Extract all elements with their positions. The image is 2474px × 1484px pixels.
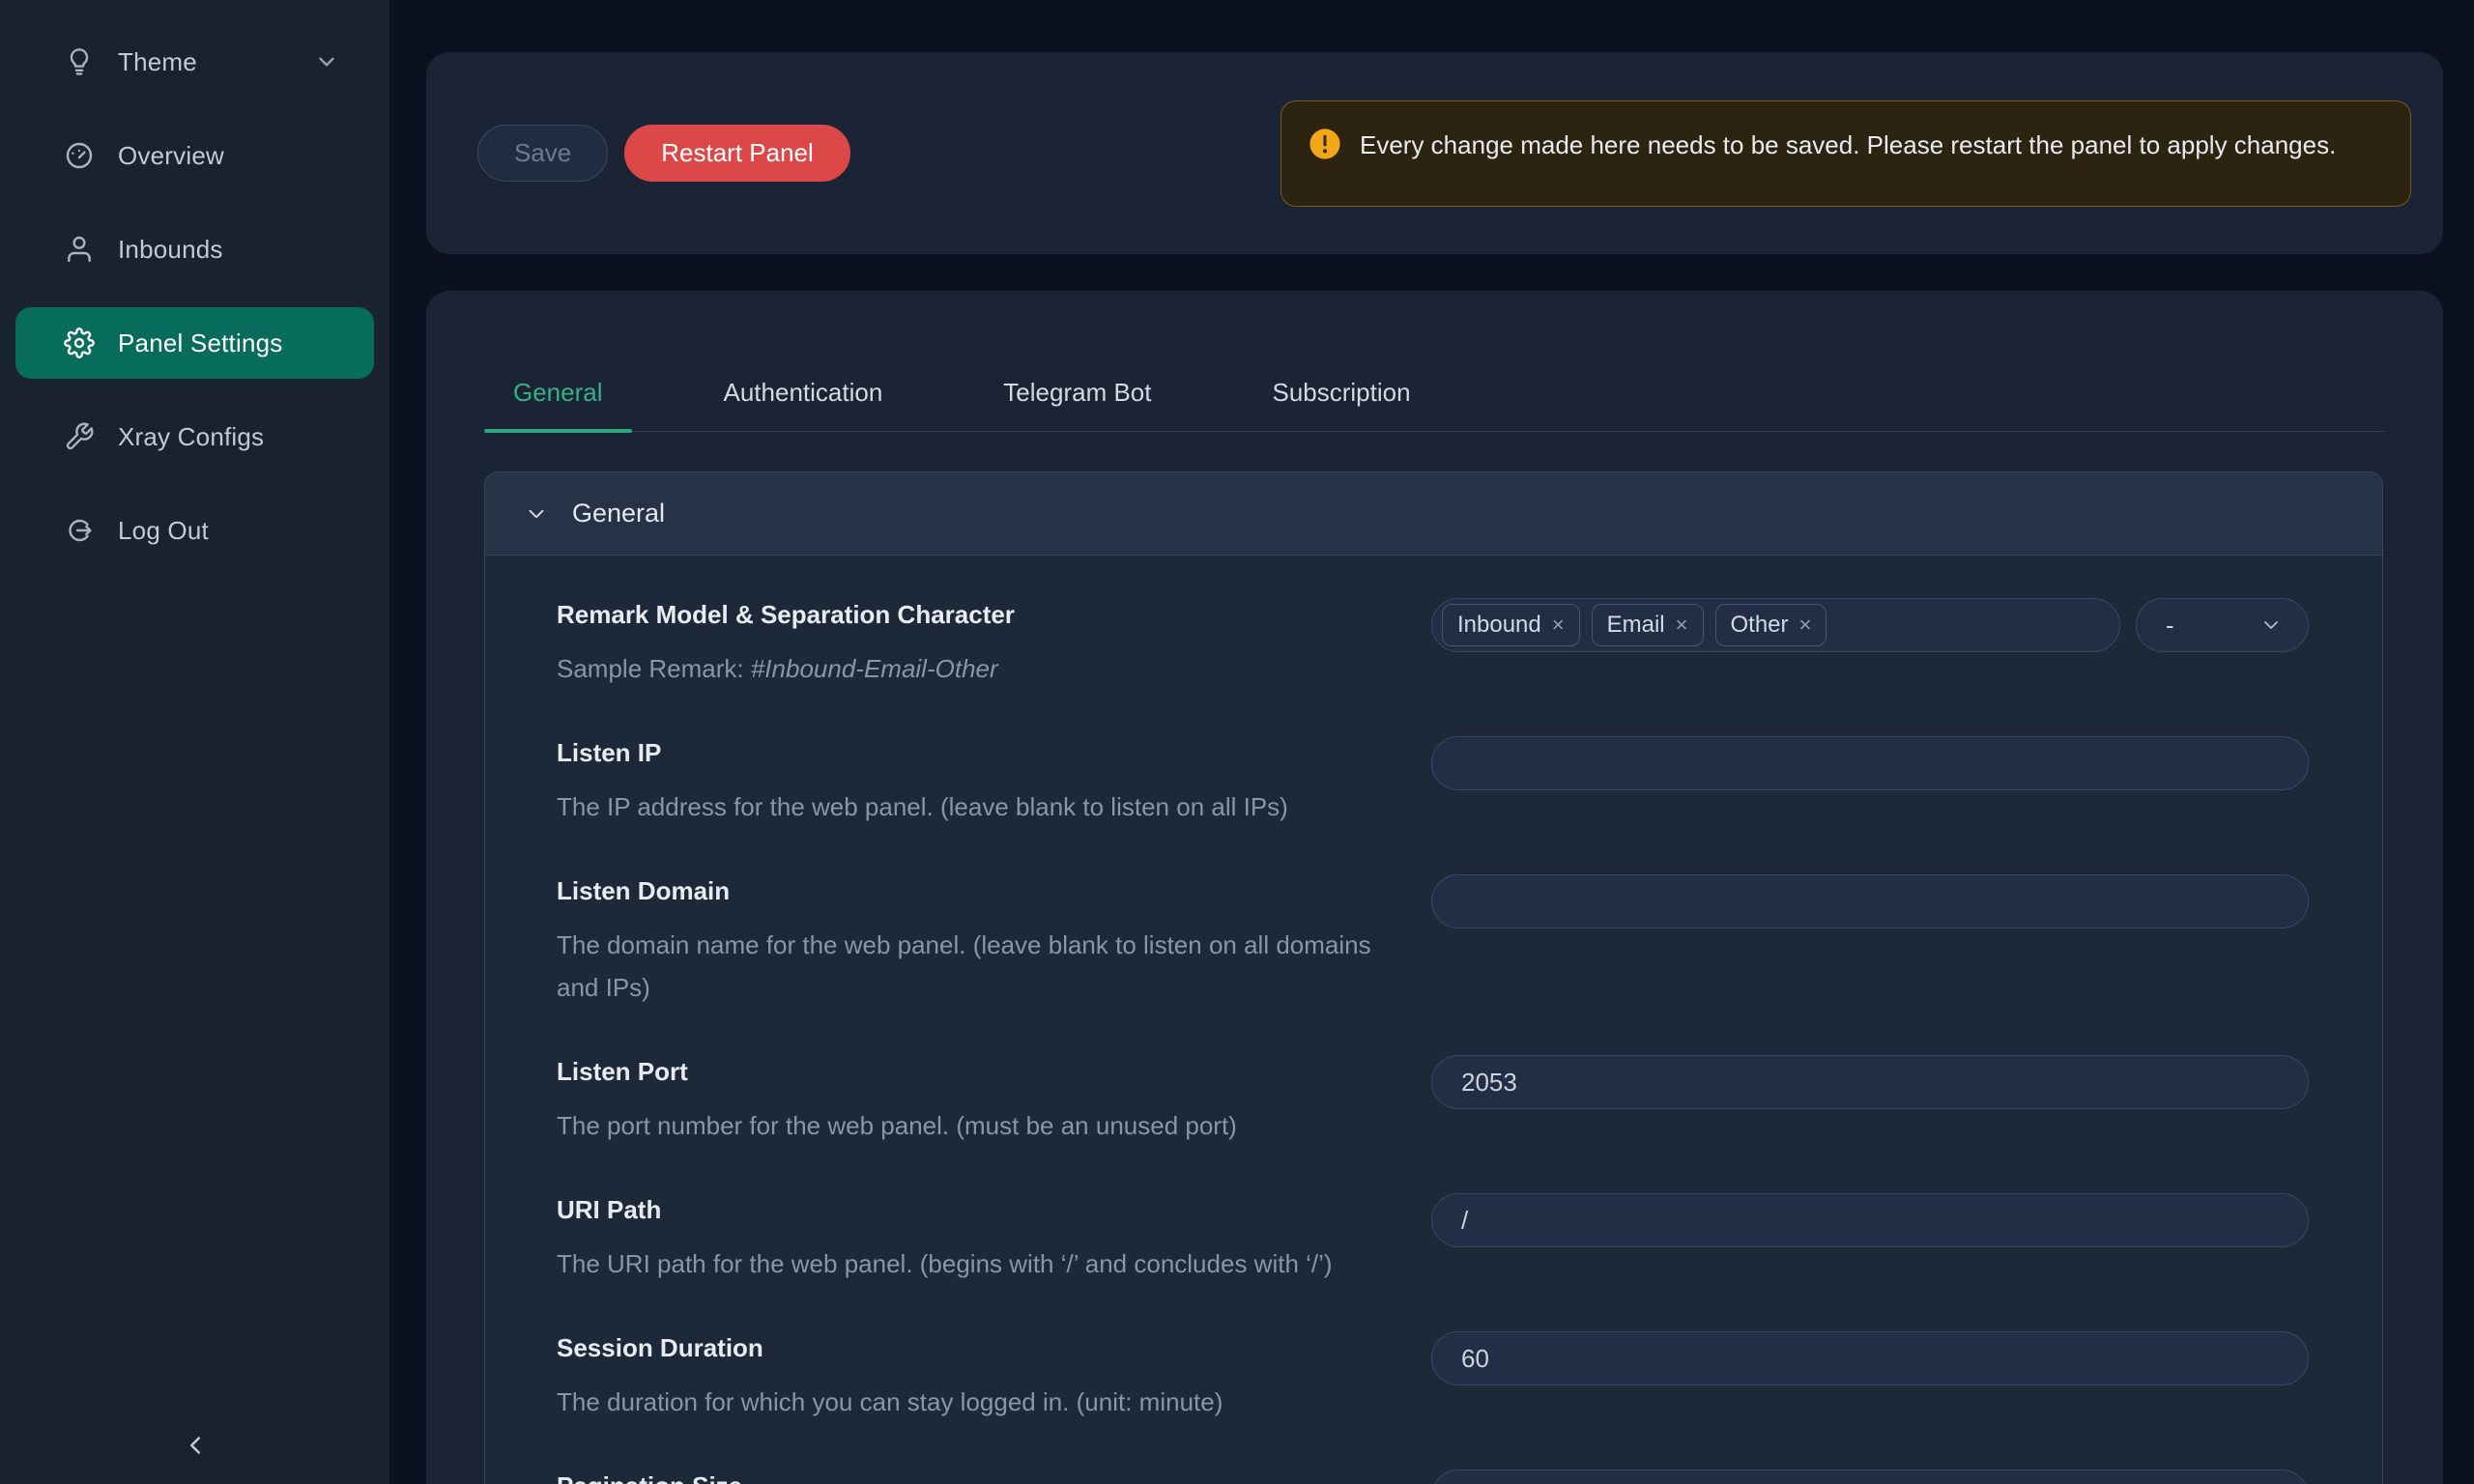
field-description: The URI path for the web panel. (begins … (557, 1242, 1393, 1285)
wrench-icon (64, 421, 95, 452)
sidebar-item-inbounds[interactable]: Inbounds (15, 214, 374, 285)
sidebar-item-label: Overview (118, 141, 224, 171)
general-form: Remark Model & Separation Character Samp… (485, 556, 2382, 1484)
tab-subscription[interactable]: Subscription (1243, 378, 1439, 431)
form-row-listen-port: Listen Port The port number for the web … (557, 1032, 2328, 1170)
toolbar-card: Save Restart Panel Every change made her… (426, 52, 2443, 254)
save-button[interactable]: Save (477, 125, 608, 182)
field-label: Session Duration (557, 1331, 1393, 1364)
gear-icon (64, 328, 95, 358)
tab-telegram-bot[interactable]: Telegram Bot (974, 378, 1180, 431)
form-row-remark-model: Remark Model & Separation Character Samp… (557, 575, 2328, 713)
field-description: The domain name for the web panel. (leav… (557, 924, 1393, 1009)
listen-ip-input[interactable] (1431, 736, 2309, 790)
app-root: Theme Overview Inbounds Panel Settings (0, 0, 2474, 1484)
form-row-uri-path: URI Path The URI path for the web panel.… (557, 1170, 2328, 1308)
form-row-listen-domain: Listen Domain The domain name for the we… (557, 851, 2328, 1032)
general-collapse-panel: General Remark Model & Separation Charac… (484, 471, 2383, 1484)
sidebar: Theme Overview Inbounds Panel Settings (0, 0, 389, 1484)
sample-remark-value: #Inbound-Email-Other (751, 654, 998, 683)
form-row-session-duration: Session Duration The duration for which … (557, 1308, 2328, 1446)
field-label: Listen IP (557, 736, 1393, 769)
listen-port-input[interactable] (1431, 1055, 2309, 1109)
user-icon (64, 234, 95, 265)
tag-other: Other × (1715, 604, 1827, 646)
sample-remark-prefix: Sample Remark: (557, 654, 751, 683)
section-title: General (572, 499, 665, 528)
field-description: The port number for the web panel. (must… (557, 1104, 1393, 1147)
chevron-down-icon (314, 49, 339, 74)
sidebar-item-label: Panel Settings (118, 328, 282, 358)
field-label: Remark Model & Separation Character (557, 598, 1393, 631)
gauge-icon (64, 140, 95, 171)
restart-panel-button[interactable]: Restart Panel (624, 125, 850, 182)
sidebar-item-label: Log Out (118, 516, 209, 546)
sidebar-item-label: Xray Configs (118, 422, 264, 452)
sidebar-item-panel-settings[interactable]: Panel Settings (15, 307, 374, 379)
alert-text: Every change made here needs to be saved… (1360, 125, 2336, 166)
chevron-left-icon (181, 1431, 210, 1463)
field-description: The duration for which you can stay logg… (557, 1381, 1393, 1423)
form-row-pagination-size: Pagination Size (557, 1446, 2328, 1484)
sidebar-collapse-button[interactable] (166, 1424, 224, 1469)
tag-label: Email (1607, 612, 1665, 639)
sidebar-item-overview[interactable]: Overview (15, 120, 374, 191)
listen-domain-input[interactable] (1431, 874, 2309, 928)
selected-separator: - (2166, 611, 2174, 641)
sidebar-item-log-out[interactable]: Log Out (15, 495, 374, 566)
restart-warning-alert: Every change made here needs to be saved… (1280, 100, 2411, 207)
remove-tag-icon[interactable]: × (1676, 614, 1688, 636)
separation-character-select[interactable]: - (2136, 598, 2309, 652)
sidebar-item-xray-configs[interactable]: Xray Configs (15, 401, 374, 472)
pagination-size-input[interactable] (1431, 1470, 2309, 1484)
sidebar-item-label: Theme (118, 47, 197, 77)
field-label: Listen Domain (557, 874, 1393, 907)
field-description: The IP address for the web panel. (leave… (557, 785, 1393, 828)
settings-card: General Authentication Telegram Bot Subs… (426, 291, 2443, 1484)
uri-path-input[interactable] (1431, 1193, 2309, 1247)
tab-general[interactable]: General (484, 378, 632, 431)
tag-label: Inbound (1457, 612, 1541, 639)
chevron-down-icon (524, 501, 549, 527)
sidebar-item-label: Inbounds (118, 235, 223, 265)
field-label: Pagination Size (557, 1470, 1393, 1484)
sidebar-item-theme[interactable]: Theme (15, 26, 374, 98)
field-description: Sample Remark: #Inbound-Email-Other (557, 647, 1393, 690)
tab-bar: General Authentication Telegram Bot Subs… (484, 291, 2385, 432)
main-content: Save Restart Panel Every change made her… (389, 0, 2474, 1484)
chevron-down-icon (2259, 614, 2283, 637)
tag-inbound: Inbound × (1442, 604, 1580, 646)
session-duration-input[interactable] (1431, 1331, 2309, 1385)
remove-tag-icon[interactable]: × (1552, 614, 1565, 636)
warning-icon (1309, 128, 1341, 160)
remove-tag-icon[interactable]: × (1799, 614, 1812, 636)
remark-model-multiselect[interactable]: Inbound × Email × Other × (1431, 598, 2120, 652)
tab-authentication[interactable]: Authentication (695, 378, 912, 431)
lightbulb-icon (64, 46, 95, 77)
logout-icon (64, 515, 95, 546)
general-collapse-header[interactable]: General (485, 472, 2382, 556)
tag-label: Other (1731, 612, 1789, 639)
form-row-listen-ip: Listen IP The IP address for the web pan… (557, 713, 2328, 851)
field-label: Listen Port (557, 1055, 1393, 1088)
field-label: URI Path (557, 1193, 1393, 1226)
tag-email: Email × (1592, 604, 1704, 646)
